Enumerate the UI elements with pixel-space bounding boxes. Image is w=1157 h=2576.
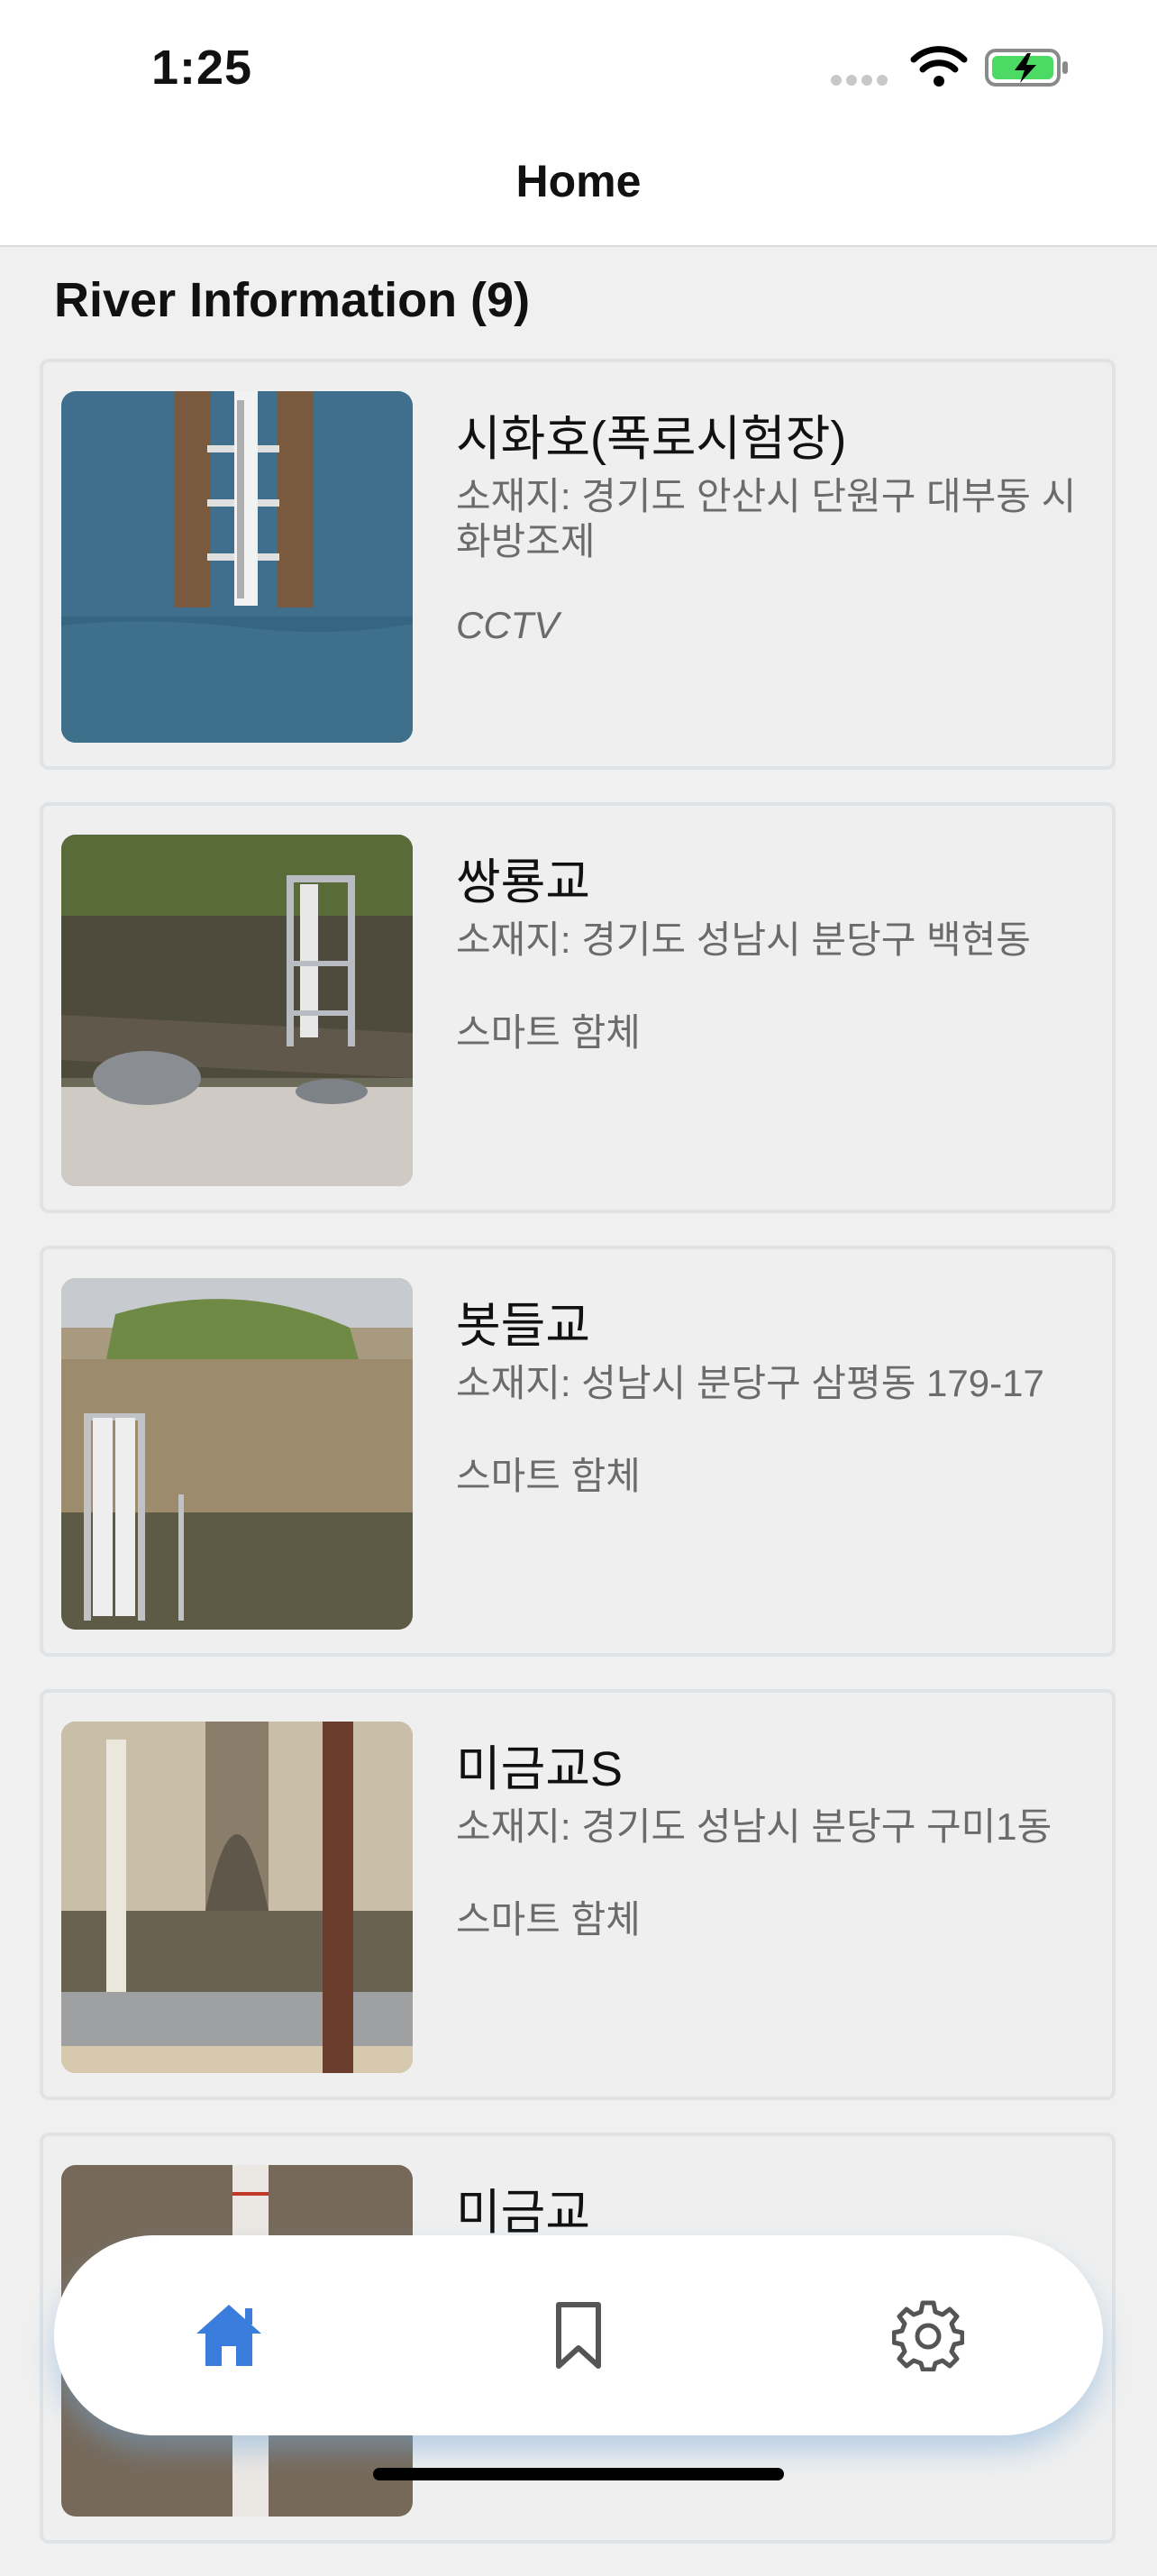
river-device-type: 스마트 함체	[456, 1898, 641, 1941]
river-thumbnail	[61, 391, 413, 743]
tab-settings[interactable]	[838, 2235, 1018, 2435]
river-address: 소재지: 경기도 성남시 분당구 백현동	[456, 918, 1031, 961]
battery-charging-icon	[985, 49, 1068, 87]
river-name: 미금교	[456, 2186, 591, 2240]
river-card[interactable]: 시화호(폭로시험장) 소재지: 경기도 안산시 단원구 대부동 시화방조제 CC…	[40, 359, 1116, 770]
tab-bookmarks[interactable]	[488, 2235, 669, 2435]
status-time: 1:25	[151, 41, 253, 95]
top-bar: 1:25 Home	[0, 0, 1157, 247]
wifi-icon	[910, 46, 968, 87]
home-icon	[196, 2305, 261, 2366]
river-name: 봇들교	[456, 1299, 591, 1353]
river-device-type: CCTV	[456, 604, 560, 646]
home-indicator	[373, 2468, 784, 2480]
gear-icon	[892, 2300, 964, 2371]
river-name: 미금교S	[456, 1742, 624, 1796]
river-name: 시화호(폭로시험장)	[456, 412, 847, 466]
river-address: 소재지: 경기도 안산시 단원구 대부동 시화방조제	[456, 475, 1077, 562]
bookmark-icon	[556, 2302, 601, 2369]
river-device-type: 스마트 함체	[456, 1011, 641, 1054]
river-card[interactable]: 봇들교 소재지: 성남시 분당구 삼평동 179-17 스마트 함체	[40, 1246, 1116, 1657]
river-address: 소재지: 성남시 분당구 삼평동 179-17	[456, 1362, 1044, 1404]
river-thumbnail	[61, 835, 413, 1186]
page-title: Home	[515, 156, 642, 206]
river-card[interactable]: 쌍룡교 소재지: 경기도 성남시 분당구 백현동 스마트 함체	[40, 802, 1116, 1213]
section-title: River Information (9)	[54, 273, 531, 327]
river-address: 소재지: 경기도 성남시 분당구 구미1동	[456, 1805, 1052, 1848]
tab-home[interactable]	[139, 2235, 319, 2435]
river-thumbnail	[61, 1278, 413, 1630]
river-device-type: 스마트 함체	[456, 1455, 641, 1497]
cellular-signal-icon	[831, 74, 894, 88]
river-card[interactable]: 미금교S 소재지: 경기도 성남시 분당구 구미1동 스마트 함체	[40, 1689, 1116, 2100]
tab-bar	[54, 2235, 1103, 2435]
river-name: 쌍룡교	[456, 855, 591, 909]
river-thumbnail	[61, 1722, 413, 2073]
